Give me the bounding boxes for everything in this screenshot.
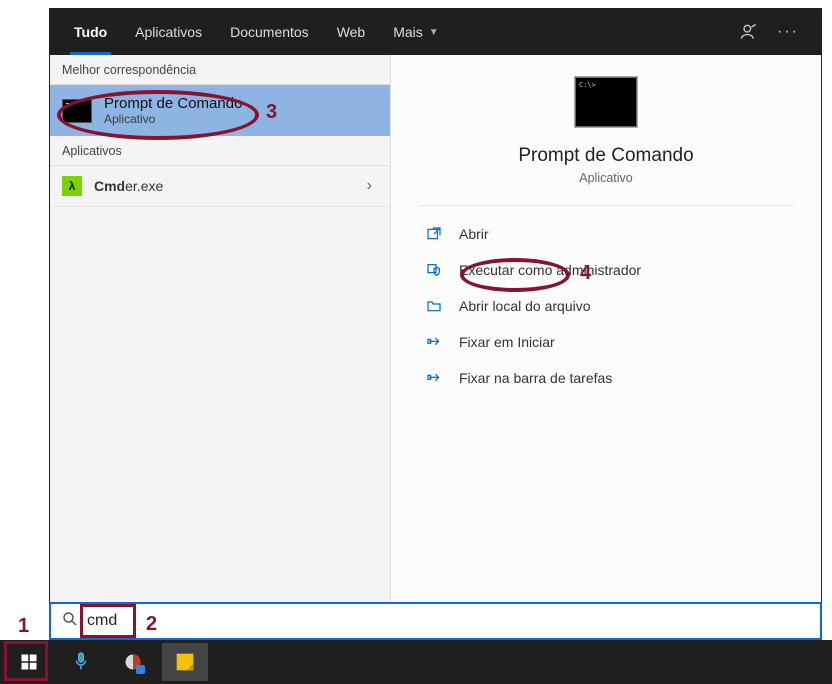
taskbar-icon-notes[interactable] — [162, 643, 208, 681]
folder-icon — [425, 298, 443, 314]
apps-header: Aplicativos — [50, 136, 390, 166]
taskbar-icon-snip[interactable] — [110, 643, 156, 681]
tabs: Tudo Aplicativos Documentos Web Mais ▼ — [60, 9, 453, 55]
tab-label: Mais — [393, 24, 423, 40]
annotation-box-2 — [80, 604, 136, 638]
preview-block: Prompt de Comando Aplicativo — [419, 77, 793, 206]
chevron-right-icon[interactable]: › — [367, 177, 378, 195]
open-icon — [425, 226, 443, 242]
action-label: Abrir local do arquivo — [459, 298, 591, 314]
tab-apps[interactable]: Aplicativos — [121, 9, 216, 55]
tab-label: Web — [337, 24, 366, 40]
action-label: Fixar na barra de tarefas — [459, 370, 612, 386]
action-open-location[interactable]: Abrir local do arquivo — [419, 290, 793, 322]
tab-web[interactable]: Web — [323, 9, 380, 55]
more-icon[interactable]: ··· — [777, 23, 799, 41]
results-left: Melhor correspondência Prompt de Comando… — [50, 55, 390, 639]
shield-icon — [425, 262, 443, 278]
preview-icon — [575, 77, 637, 127]
annotation-box-1 — [4, 641, 48, 681]
cmder-icon: λ — [62, 176, 82, 196]
action-pin-start[interactable]: Fixar em Iniciar — [419, 326, 793, 358]
action-open[interactable]: Abrir — [419, 218, 793, 250]
tab-all[interactable]: Tudo — [60, 9, 121, 55]
preview-title: Prompt de Comando — [518, 145, 693, 167]
tab-label: Tudo — [74, 24, 107, 40]
app-result-label: Cmder.exe — [94, 178, 163, 194]
action-label: Fixar em Iniciar — [459, 334, 555, 350]
top-actions: ··· — [739, 22, 811, 42]
results-body: Melhor correspondência Prompt de Comando… — [50, 55, 821, 639]
actions-list: Abrir Executar como administrador Abrir … — [391, 206, 821, 406]
annotation-4: 4 — [580, 262, 591, 285]
annotation-oval-4 — [460, 258, 570, 292]
annotation-2: 2 — [146, 613, 157, 636]
pin-taskbar-icon — [425, 370, 443, 386]
results-right: Prompt de Comando Aplicativo Abrir Execu… — [390, 55, 821, 639]
pin-icon — [425, 334, 443, 350]
search-box[interactable] — [49, 602, 822, 640]
preview-subtitle: Aplicativo — [579, 171, 633, 185]
action-label: Abrir — [459, 226, 489, 242]
taskbar-cortana[interactable] — [58, 643, 104, 681]
search-input[interactable] — [87, 612, 810, 630]
tab-more[interactable]: Mais ▼ — [379, 9, 452, 55]
taskbar — [0, 640, 832, 684]
annotation-3: 3 — [266, 101, 277, 124]
annotation-1: 1 — [18, 615, 29, 638]
search-icon — [61, 610, 79, 633]
chevron-down-icon: ▼ — [429, 27, 439, 38]
tab-label: Documentos — [230, 24, 309, 40]
feedback-icon[interactable] — [739, 22, 759, 42]
action-pin-taskbar[interactable]: Fixar na barra de tarefas — [419, 362, 793, 394]
annotation-oval-3 — [57, 90, 259, 140]
tabs-bar: Tudo Aplicativos Documentos Web Mais ▼ ··… — [50, 9, 821, 55]
tab-label: Aplicativos — [135, 24, 202, 40]
tab-documents[interactable]: Documentos — [216, 9, 323, 55]
app-result-item[interactable]: λ Cmder.exe › — [50, 166, 390, 207]
best-match-header: Melhor correspondência — [50, 55, 390, 85]
